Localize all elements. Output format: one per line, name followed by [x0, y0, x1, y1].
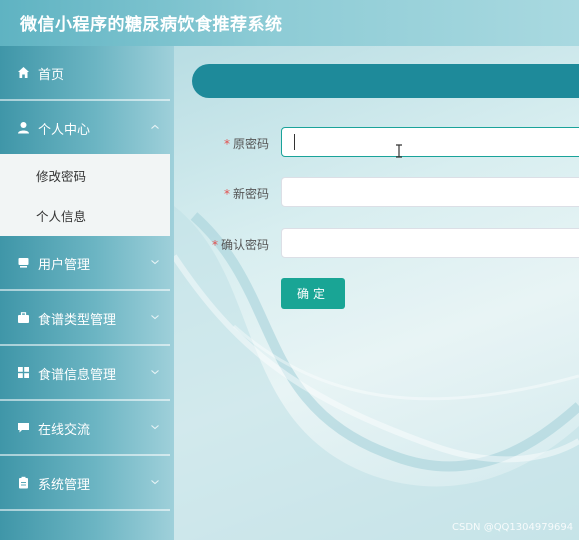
required-mark: *: [223, 187, 230, 201]
submenu-item-label: 个人信息: [36, 209, 87, 224]
sidebar-item-personal-center[interactable]: 个人中心: [0, 101, 170, 156]
page-header-banner: [192, 64, 579, 98]
personal-center-submenu: 修改密码 个人信息: [0, 154, 170, 236]
required-mark: *: [223, 137, 230, 151]
app-title: 微信小程序的糖尿病饮食推荐系统: [20, 15, 283, 35]
sidebar-item-label: 系统管理: [38, 478, 91, 493]
sidebar-item-user-management[interactable]: 用户管理: [0, 236, 170, 291]
submenu-item-label: 修改密码: [36, 169, 87, 184]
watermark: CSDN @QQ1304979694: [452, 522, 574, 533]
sidebar-item-recipe-info-management[interactable]: 食谱信息管理: [0, 346, 170, 401]
chevron-down-icon: [151, 480, 159, 485]
text-caret: [294, 134, 295, 150]
confirm-password-label: * 确认密码: [211, 238, 269, 252]
briefcase-icon: [18, 312, 29, 323]
user-icon: [18, 122, 29, 134]
sidebar-item-label: 食谱类型管理: [38, 313, 117, 328]
chevron-down-icon: [151, 260, 159, 265]
sidebar-item-home[interactable]: 首页: [0, 46, 170, 101]
sidebar-item-label: 用户管理: [38, 258, 91, 273]
sidebar: 首页 个人中心 用户管理 食谱类型管理 食谱信息管理 在线交流 系统管理 修改密…: [0, 46, 174, 540]
sidebar-item-online-chat[interactable]: 在线交流: [0, 401, 170, 456]
grid-icon: [18, 367, 29, 378]
text-cursor-icon: [396, 144, 402, 158]
sidebar-item-recipe-type-management[interactable]: 食谱类型管理: [0, 291, 170, 346]
chevron-down-icon: [151, 425, 159, 430]
sidebar-item-label: 在线交流: [38, 423, 91, 438]
old-password-label: * 原密码: [223, 137, 269, 151]
home-icon: [18, 67, 29, 78]
submenu-item-personal-info[interactable]: 个人信息: [0, 194, 170, 234]
submenu-item-change-password[interactable]: 修改密码: [0, 154, 170, 194]
sidebar-item-label: 首页: [38, 68, 65, 83]
confirm-password-row: * 确认密码: [174, 228, 579, 260]
chat-icon: [18, 423, 29, 433]
sidebar-item-label: 个人中心: [38, 123, 91, 138]
monitor-icon: [18, 258, 29, 268]
chevron-up-icon: [151, 124, 159, 129]
old-password-input[interactable]: [281, 127, 579, 157]
new-password-label: * 新密码: [223, 187, 269, 201]
old-password-row: * 原密码: [174, 127, 579, 159]
sidebar-item-system-management[interactable]: 系统管理: [0, 456, 170, 511]
main-content: * 原密码 * 新密码 * 确认密码 确定: [174, 46, 579, 540]
background-wave: [174, 206, 579, 540]
new-password-row: * 新密码: [174, 177, 579, 209]
confirm-password-input[interactable]: [281, 228, 579, 258]
chevron-down-icon: [151, 315, 159, 320]
new-password-input[interactable]: [281, 177, 579, 207]
required-mark: *: [211, 238, 218, 252]
chevron-down-icon: [151, 370, 159, 375]
clipboard-icon: [19, 476, 28, 489]
app-header: 微信小程序的糖尿病饮食推荐系统: [0, 0, 579, 46]
confirm-button[interactable]: 确定: [281, 278, 345, 309]
sidebar-item-label: 食谱信息管理: [38, 368, 117, 383]
